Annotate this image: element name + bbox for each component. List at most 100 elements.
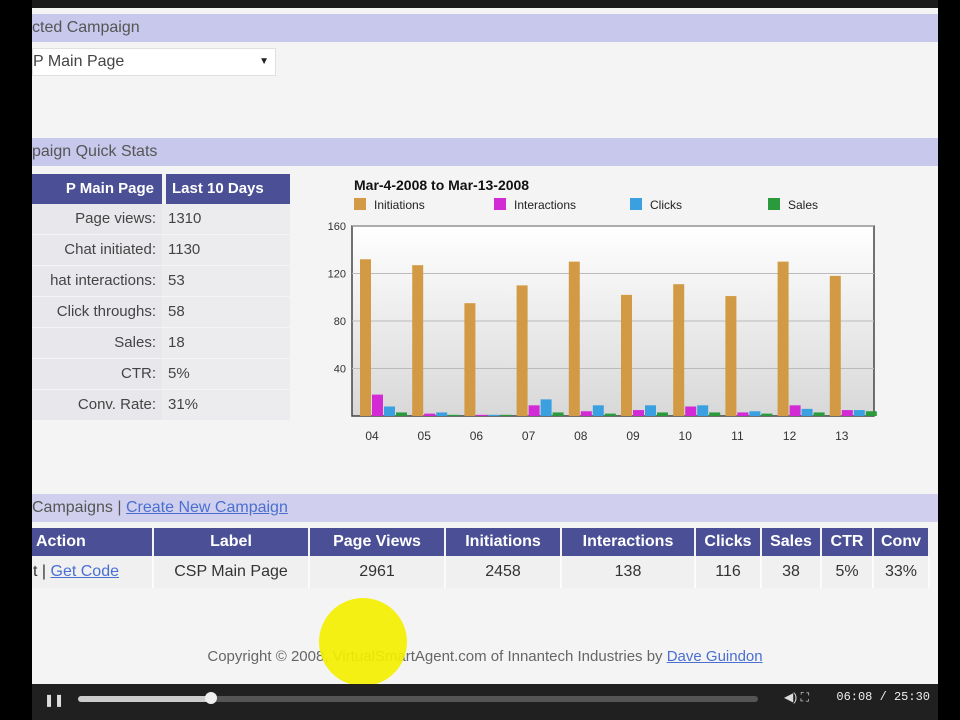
chart-legend: Initiations Interactions Clicks Sales	[354, 198, 818, 212]
author-link[interactable]: Dave Guindon	[667, 648, 763, 665]
video-player-bar: ❚❚ ◀) ⛶ 06:08 / 25:30	[32, 684, 938, 720]
bar	[396, 412, 407, 416]
legend-swatch	[630, 198, 642, 210]
bar	[841, 410, 853, 416]
row-ctr: 5%	[821, 556, 874, 588]
get-code-link[interactable]: Get Code	[51, 563, 119, 580]
bar	[580, 411, 592, 416]
stats-row-label: Conv. Rate:	[32, 390, 162, 420]
chevron-down-icon: ▼	[259, 56, 269, 67]
campaign-select[interactable]: P Main Page ▼	[32, 48, 276, 76]
bar	[697, 405, 709, 416]
row-page-views: 2961	[309, 556, 446, 588]
time-readout: 06:08 / 25:30	[836, 690, 930, 704]
bar	[673, 284, 685, 416]
quick-stats-table: P Main Page Last 10 Days Page views: 1310…	[32, 174, 290, 421]
stats-row-label: Chat initiated:	[32, 235, 162, 265]
y-tick-label: 80	[334, 316, 346, 328]
stats-row-value: 31%	[162, 390, 290, 420]
bar	[657, 412, 668, 416]
bar	[801, 408, 813, 416]
bar	[709, 412, 721, 416]
bar	[737, 412, 749, 416]
cursor-highlight	[319, 598, 407, 686]
campaigns-bar: Campaigns | Create New Campaign	[32, 494, 938, 522]
bar	[592, 405, 604, 416]
chart-plot: 40 80 120 160 04 05 06 07 08 09 10 11 12 13	[328, 221, 877, 443]
stats-row-label: Click throughs:	[32, 297, 162, 327]
stats-header-period: Last 10 Days	[166, 174, 290, 204]
row-action-prefix: t |	[33, 563, 47, 580]
x-tick-label: 10	[679, 429, 693, 443]
legend-label: Interactions	[514, 198, 576, 212]
bar	[645, 405, 656, 416]
player-controls: ◀) ⛶	[784, 690, 809, 705]
col-initiations: Initiations	[445, 528, 562, 556]
x-tick-label: 11	[731, 429, 744, 443]
bar	[725, 296, 737, 416]
stats-row: Page views: 1310	[32, 204, 290, 235]
col-interactions: Interactions	[561, 528, 696, 556]
bar	[777, 261, 789, 416]
stats-rows: Page views: 1310 Chat initiated: 1130 hat in…	[32, 204, 290, 421]
create-campaign-link[interactable]: Create New Campaign	[126, 499, 288, 516]
section-header-quick-stats: paign Quick Stats	[32, 138, 938, 166]
bar	[448, 414, 460, 416]
browser-page: cted Campaign P Main Page ▼ paign Quick …	[32, 0, 938, 720]
row-initiations: 2458	[445, 556, 562, 588]
section-header-selected-campaign: cted Campaign	[32, 14, 938, 42]
stats-row: Sales: 18	[32, 328, 290, 359]
bar	[813, 412, 825, 416]
bar	[360, 259, 371, 416]
bar	[464, 303, 476, 416]
legend-swatch	[768, 198, 780, 210]
chart-title: Mar-4-2008 to Mar-13-2008	[354, 177, 529, 193]
bar	[621, 294, 632, 416]
bar	[853, 410, 865, 416]
bar	[436, 412, 448, 416]
legend-label: Sales	[788, 198, 818, 212]
stats-row: CTR: 5%	[32, 359, 290, 390]
volume-icon[interactable]: ◀)	[784, 690, 797, 704]
bar	[516, 285, 528, 416]
bar	[528, 405, 540, 416]
fullscreen-icon[interactable]: ⛶	[801, 690, 809, 704]
col-ctr: CTR	[821, 528, 874, 556]
bar	[372, 394, 383, 416]
row-label: CSP Main Page	[153, 556, 310, 588]
stats-chart: Mar-4-2008 to Mar-13-2008 Initiations Int…	[310, 170, 910, 450]
quick-stats-header: P Main Page Last 10 Days	[32, 174, 290, 204]
bar	[829, 275, 841, 416]
campaigns-label: Campaigns |	[32, 499, 122, 516]
legend-swatch	[494, 198, 506, 210]
top-edge	[32, 0, 938, 8]
seek-thumb[interactable]	[204, 692, 217, 704]
stats-row-label: CTR:	[32, 359, 162, 389]
stats-row: hat interactions: 53	[32, 266, 290, 297]
row-clicks: 116	[695, 556, 762, 588]
bar	[384, 406, 395, 416]
stats-header-campaign: P Main Page	[32, 174, 162, 204]
campaign-select-value: P Main Page	[33, 53, 125, 70]
stats-row: Conv. Rate: 31%	[32, 390, 290, 421]
col-page-views: Page Views	[309, 528, 446, 556]
y-tick-label: 160	[328, 221, 346, 233]
x-tick-label: 09	[626, 429, 640, 443]
bar	[424, 413, 436, 416]
bar	[865, 411, 877, 416]
bar	[412, 265, 424, 416]
stats-row-value: 5%	[162, 359, 290, 389]
stats-row-value: 58	[162, 297, 290, 327]
x-tick-label: 06	[470, 429, 484, 443]
pause-icon[interactable]: ❚❚	[44, 693, 64, 709]
campaigns-table-header: Action Label Page Views Initiations Inte…	[32, 528, 930, 556]
row-interactions: 138	[561, 556, 696, 588]
legend-label: Initiations	[374, 198, 425, 212]
x-tick-label: 13	[835, 429, 849, 443]
y-tick-label: 120	[328, 269, 346, 281]
legend-label: Clicks	[650, 198, 682, 212]
seek-bar[interactable]	[78, 692, 758, 704]
legend-swatch	[354, 198, 366, 210]
stats-row-label: hat interactions:	[32, 266, 162, 296]
stats-row-value: 1130	[162, 235, 290, 265]
